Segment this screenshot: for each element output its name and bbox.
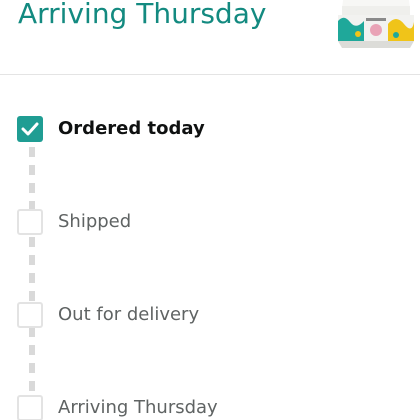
step-label: Shipped	[58, 211, 132, 232]
shipment-progress-timeline: Ordered today Shipped Out for delivery A…	[0, 75, 420, 420]
delivery-header: Arriving Thursday	[0, 0, 420, 75]
checked-checkbox-icon	[17, 116, 43, 142]
timeline-connector	[29, 147, 35, 417]
step-arriving: Arriving Thursday	[0, 393, 420, 420]
unchecked-checkbox-icon	[17, 302, 43, 328]
step-label: Arriving Thursday	[58, 397, 218, 418]
step-label: Ordered today	[58, 118, 205, 139]
product-image[interactable]	[330, 0, 420, 50]
unchecked-checkbox-icon	[17, 209, 43, 235]
step-out-for-delivery: Out for delivery	[0, 300, 420, 334]
step-ordered: Ordered today	[0, 114, 420, 148]
unchecked-checkbox-icon	[17, 395, 43, 420]
shipment-tracking-page: Arriving Thursday Ordered today Shipped …	[0, 0, 420, 420]
delivery-status-title: Arriving Thursday	[18, 0, 267, 30]
step-shipped: Shipped	[0, 207, 420, 241]
step-label: Out for delivery	[58, 304, 200, 325]
